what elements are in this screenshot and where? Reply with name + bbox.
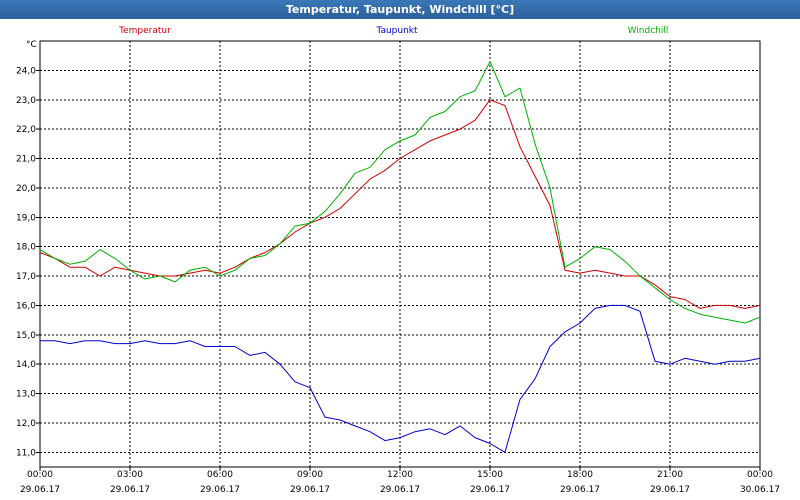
chart-window: Temperatur, Taupunkt, Windchill [°C] Tem… <box>0 0 800 500</box>
x-tick-label-date: 29.06.17 <box>290 485 330 495</box>
window-title: Temperatur, Taupunkt, Windchill [°C] <box>0 0 800 19</box>
x-tick-label-date: 29.06.17 <box>380 485 420 495</box>
y-tick-label: 13,0 <box>16 390 36 400</box>
y-tick-label: 12,0 <box>16 419 36 429</box>
y-tick-label: 17,0 <box>16 272 36 282</box>
x-tick-label-date: 29.06.17 <box>110 485 150 495</box>
x-tick-label-time: 06:00 <box>207 470 233 480</box>
y-tick-label: 11,0 <box>16 448 36 458</box>
legend-entry-temperatur: Temperatur <box>118 26 171 36</box>
x-tick-label-time: 00:00 <box>747 470 773 480</box>
y-tick-label: 23,0 <box>16 96 36 106</box>
x-tick-label-time: 12:00 <box>387 470 413 480</box>
y-tick-label: 20,0 <box>16 184 36 194</box>
y-tick-label: 19,0 <box>16 213 36 223</box>
x-tick-label-date: 29.06.17 <box>560 485 600 495</box>
x-tick-label-time: 15:00 <box>477 470 503 480</box>
x-tick-label-date: 29.06.17 <box>470 485 510 495</box>
x-tick-label-date: 29.06.17 <box>200 485 240 495</box>
y-tick-label: 18,0 <box>16 243 36 253</box>
x-tick-label-time: 18:00 <box>567 470 593 480</box>
x-tick-label-time: 03:00 <box>117 470 143 480</box>
x-tick-label-time: 21:00 <box>657 470 683 480</box>
legend-entry-windchill: Windchill <box>628 26 669 36</box>
x-tick-label-time: 00:00 <box>27 470 53 480</box>
y-tick-label: 14,0 <box>16 360 36 370</box>
y-tick-label: 21,0 <box>16 155 36 165</box>
x-tick-label-date: 30.06.17 <box>740 485 780 495</box>
x-tick-label-date: 29.06.17 <box>650 485 690 495</box>
x-tick-label-time: 09:00 <box>297 470 323 480</box>
y-tick-label: 15,0 <box>16 331 36 341</box>
y-tick-label: 16,0 <box>16 301 36 311</box>
legend-entry-taupunkt: Taupunkt <box>375 26 418 36</box>
y-axis-unit-label: °C <box>26 40 37 50</box>
y-tick-label: 24,0 <box>16 66 36 76</box>
chart-canvas: Temperatur Taupunkt Windchill 11,0 12,0 13,0… <box>16 26 780 495</box>
x-tick-label-date: 29.06.17 <box>20 485 60 495</box>
y-tick-label: 22,0 <box>16 125 36 135</box>
series-line-windchill <box>39 61 761 324</box>
